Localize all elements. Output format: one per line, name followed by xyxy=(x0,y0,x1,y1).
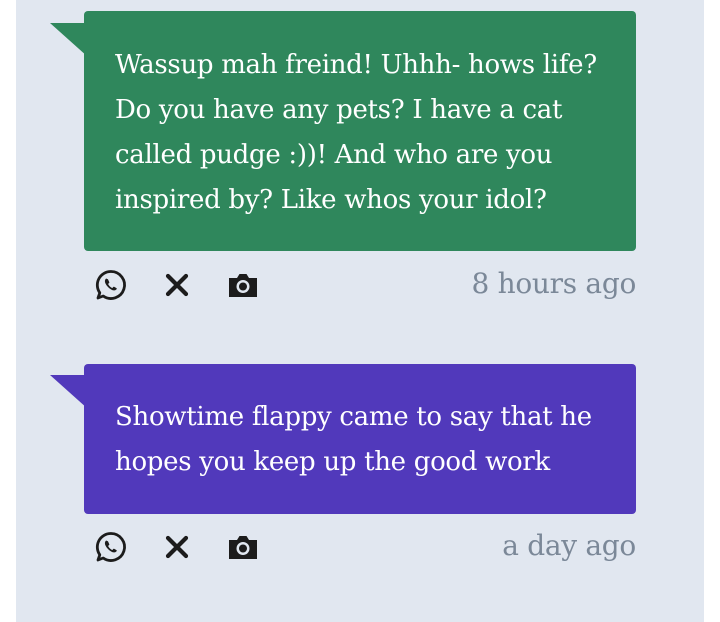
message-timestamp: 8 hours ago xyxy=(471,267,637,300)
camera-icon xyxy=(229,536,257,559)
camera-icon xyxy=(229,274,257,297)
bubble-tail xyxy=(50,23,88,57)
bubble-tail xyxy=(50,375,88,409)
message-actions: 8 hours ago xyxy=(94,262,636,306)
whatsapp-share-button[interactable] xyxy=(94,530,128,564)
message-actions: a day ago xyxy=(94,524,636,568)
message-card: Showtime flappy came to say that he hope… xyxy=(16,330,704,622)
whatsapp-icon xyxy=(95,270,126,300)
message-text: Wassup mah freind! Uhhh- hows life? Do y… xyxy=(115,50,597,215)
close-icon xyxy=(165,535,189,559)
message-bubble: Showtime flappy came to say that he hope… xyxy=(84,364,636,514)
close-icon xyxy=(165,273,189,297)
delete-button[interactable] xyxy=(160,268,194,302)
message-timestamp: a day ago xyxy=(502,529,636,562)
message-feed: Wassup mah freind! Uhhh- hows life? Do y… xyxy=(16,0,704,622)
screenshot-button[interactable] xyxy=(226,268,260,302)
message-card: Wassup mah freind! Uhhh- hows life? Do y… xyxy=(16,0,704,320)
message-text: Showtime flappy came to say that he hope… xyxy=(115,402,592,477)
screenshot-button[interactable] xyxy=(226,530,260,564)
whatsapp-share-button[interactable] xyxy=(94,268,128,302)
whatsapp-icon xyxy=(95,532,126,562)
delete-button[interactable] xyxy=(160,530,194,564)
message-bubble: Wassup mah freind! Uhhh- hows life? Do y… xyxy=(84,11,636,251)
